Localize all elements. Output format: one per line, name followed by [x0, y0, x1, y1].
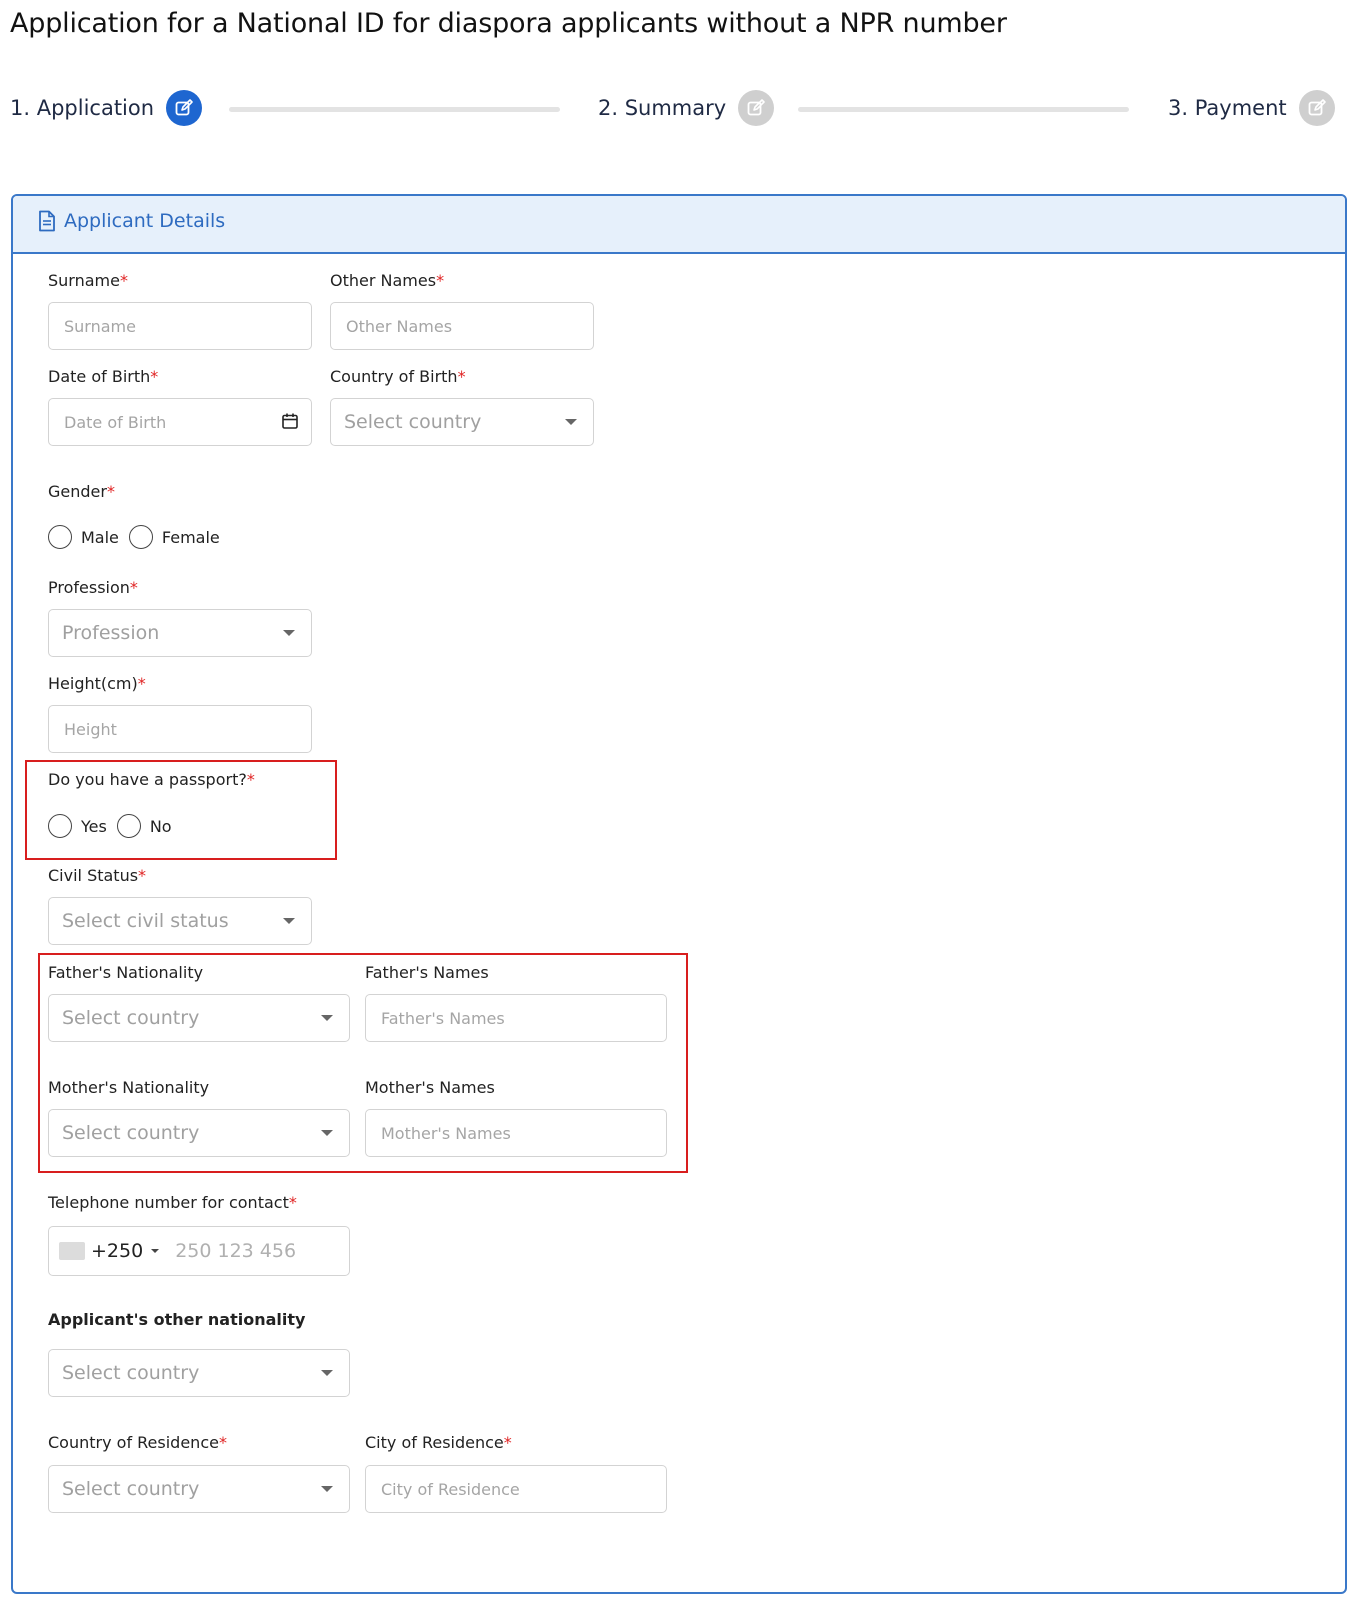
flag-icon	[59, 1242, 85, 1260]
father-names-label: Father's Names	[365, 963, 489, 982]
father-names-placeholder: Father's Names	[381, 1008, 505, 1028]
passport-label: Do you have a passport?*	[48, 770, 255, 789]
mother-names-placeholder: Mother's Names	[381, 1123, 511, 1143]
chevron-down-icon	[321, 1486, 333, 1492]
step-application[interactable]: 1. Application	[10, 88, 203, 128]
radio-label: Yes	[81, 816, 107, 836]
edit-icon	[166, 90, 203, 126]
passport-no-radio[interactable]	[116, 814, 141, 838]
step-connector	[798, 107, 1129, 112]
country-of-birth-select[interactable]: Select country	[330, 398, 594, 446]
dob-placeholder: Date of Birth	[64, 412, 167, 432]
step-label: 1. Application	[10, 96, 155, 120]
surname-input[interactable]: Surname	[48, 302, 312, 350]
other-nationality-select[interactable]: Select country	[48, 1349, 350, 1397]
city-of-residence-input[interactable]: City of Residence	[365, 1465, 667, 1513]
step-label: 3. Payment	[1168, 96, 1287, 120]
father-names-input[interactable]: Father's Names	[365, 994, 667, 1042]
city-of-residence-placeholder: City of Residence	[381, 1479, 520, 1499]
radio-label: Male	[81, 527, 119, 547]
surname-label: Surname*	[48, 271, 128, 290]
chevron-down-icon	[321, 1015, 333, 1021]
height-input[interactable]: Height	[48, 705, 312, 753]
gender-male-radio[interactable]	[48, 525, 72, 549]
other-nationality-placeholder: Select country	[62, 1362, 200, 1384]
father-nationality-placeholder: Select country	[62, 1007, 200, 1029]
civil-status-placeholder: Select civil status	[62, 910, 229, 932]
chevron-down-icon	[151, 1249, 160, 1253]
other-nationality-label: Applicant's other nationality	[48, 1310, 306, 1329]
calendar-icon[interactable]	[281, 412, 299, 434]
country-of-residence-placeholder: Select country	[62, 1478, 200, 1500]
mother-nationality-placeholder: Select country	[62, 1122, 200, 1144]
civil-status-label: Civil Status*	[48, 866, 147, 885]
radio-label: Female	[161, 527, 220, 547]
country-of-birth-placeholder: Select country	[344, 411, 482, 433]
step-connector	[229, 107, 560, 112]
step-label: 2. Summary	[598, 96, 727, 120]
gender-radio-group: Male Female	[48, 525, 230, 549]
city-of-residence-label: City of Residence*	[365, 1433, 512, 1452]
gender-label: Gender*	[48, 482, 115, 501]
edit-icon	[738, 90, 775, 126]
document-icon	[38, 210, 56, 236]
country-of-birth-label: Country of Birth*	[330, 367, 466, 386]
civil-status-select[interactable]: Select civil status	[48, 897, 312, 945]
dob-input[interactable]: Date of Birth	[48, 398, 312, 446]
father-nationality-label: Father's Nationality	[48, 963, 204, 982]
profession-label: Profession*	[48, 578, 138, 597]
other-names-label: Other Names*	[330, 271, 445, 290]
chevron-down-icon	[565, 419, 577, 425]
telephone-label: Telephone number for contact*	[48, 1193, 297, 1212]
step-payment[interactable]: 3. Payment	[1168, 88, 1335, 128]
gender-female-radio[interactable]	[128, 525, 153, 549]
chevron-down-icon	[283, 918, 295, 924]
height-placeholder: Height	[64, 719, 117, 739]
height-label: Height(cm)*	[48, 674, 146, 693]
mother-nationality-label: Mother's Nationality	[48, 1078, 210, 1097]
passport-yes-radio[interactable]	[48, 814, 72, 838]
father-nationality-select[interactable]: Select country	[48, 994, 350, 1042]
chevron-down-icon	[321, 1370, 333, 1376]
mother-names-label: Mother's Names	[365, 1078, 495, 1097]
dob-label: Date of Birth*	[48, 367, 159, 386]
passport-radio-group: Yes No	[48, 814, 182, 838]
card-title: Applicant Details	[64, 210, 226, 232]
edit-icon	[1298, 90, 1335, 126]
other-names-input[interactable]: Other Names	[330, 302, 594, 350]
country-of-residence-select[interactable]: Select country	[48, 1465, 350, 1513]
other-names-placeholder: Other Names	[346, 316, 453, 336]
profession-select[interactable]: Profession	[48, 609, 312, 657]
radio-label: No	[149, 816, 172, 836]
chevron-down-icon	[283, 630, 295, 636]
telephone-input[interactable]: +250 250 123 456	[48, 1226, 350, 1276]
country-of-residence-label: Country of Residence*	[48, 1433, 227, 1452]
mother-nationality-select[interactable]: Select country	[48, 1109, 350, 1157]
step-summary[interactable]: 2. Summary	[598, 88, 775, 128]
page-title: Application for a National ID for diaspo…	[10, 8, 1007, 39]
dial-code[interactable]: +250	[91, 1240, 143, 1262]
chevron-down-icon	[321, 1130, 333, 1136]
telephone-placeholder: 250 123 456	[175, 1240, 297, 1262]
profession-placeholder: Profession	[62, 622, 160, 644]
surname-placeholder: Surname	[64, 316, 136, 336]
mother-names-input[interactable]: Mother's Names	[365, 1109, 667, 1157]
